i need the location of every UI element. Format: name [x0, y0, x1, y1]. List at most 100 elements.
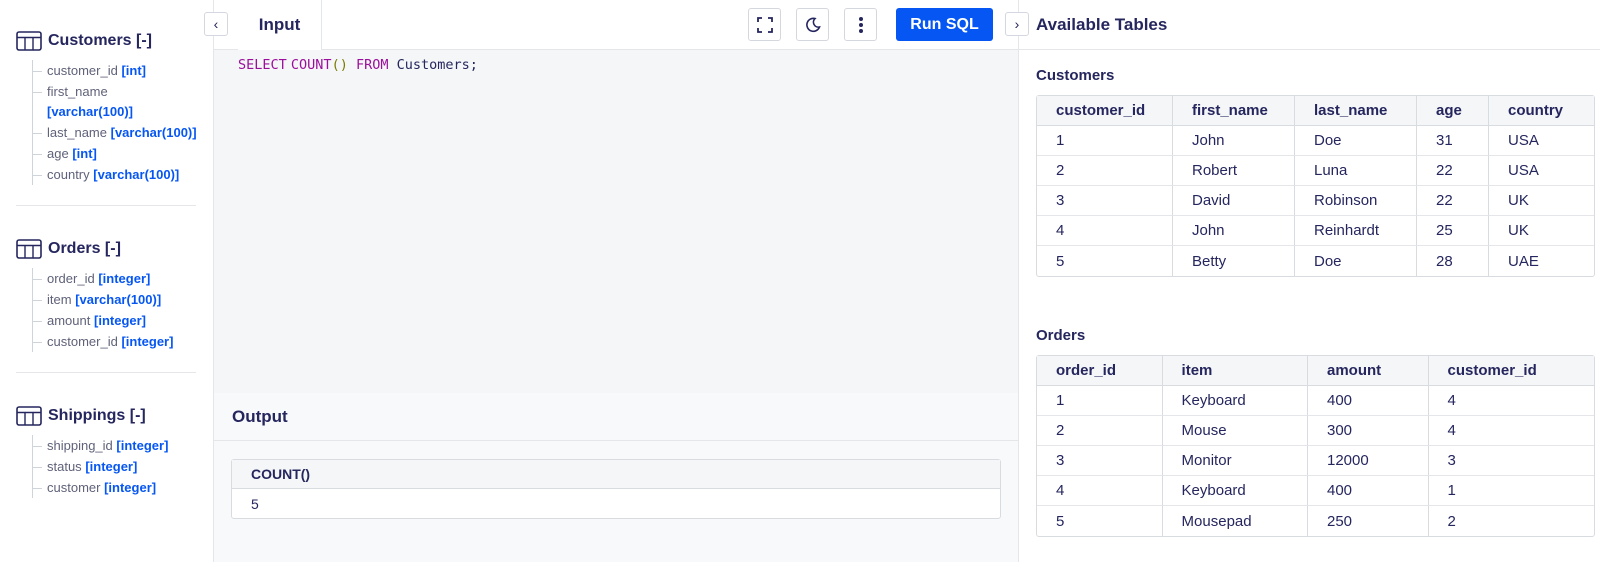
field-type: [integer]: [116, 438, 169, 453]
schema-header[interactable]: Orders [-]: [16, 236, 197, 262]
more-options-button[interactable]: [844, 8, 877, 41]
field-name: first_name: [47, 84, 108, 99]
moon-icon: [805, 17, 821, 32]
table-cell: UAE: [1508, 252, 1539, 270]
column-header: age: [1417, 96, 1489, 126]
fullscreen-button[interactable]: [748, 8, 781, 41]
schema-field: last_name [varchar(100)]: [33, 123, 197, 143]
schema-field-list: customer_id [int] first_name [varchar(100…: [32, 60, 197, 185]
field-type: [integer]: [94, 313, 146, 328]
table-cell: USA: [1489, 156, 1594, 186]
table-cell: 4: [1428, 416, 1594, 446]
field-type: [int]: [72, 146, 97, 161]
table-row: 3 David Robinson 22 UK: [1037, 186, 1594, 216]
column-header: last_name: [1295, 96, 1417, 126]
schema-section: Customers [-] customer_id [int] first_name…: [16, 28, 197, 185]
field-name: shipping_id: [47, 438, 113, 453]
table-cell: 25: [1417, 216, 1489, 246]
field-name: customer: [47, 480, 101, 495]
theme-toggle-button[interactable]: [796, 8, 829, 41]
schema-field-list: order_id [integer] item [varchar(100)] amo…: [32, 268, 197, 352]
field-name: age: [47, 146, 69, 161]
tab-input[interactable]: Input: [238, 0, 322, 50]
field-name: country: [47, 167, 90, 182]
table-cell: 1: [1428, 476, 1594, 506]
field-name: order_id: [47, 271, 95, 286]
table-cell: 400: [1308, 386, 1429, 416]
table-cell: 2: [1447, 512, 1456, 530]
table-row: 1 Keyboard 400 4: [1037, 386, 1594, 416]
table-cell: Keyboard: [1162, 476, 1308, 506]
table-cell: Reinhardt: [1295, 216, 1417, 246]
schema-field: customer_id [int]: [33, 61, 197, 81]
schema-field: status [integer]: [33, 457, 197, 477]
table-cell: Mousepad: [1163, 506, 1308, 536]
output-cell: 5: [251, 495, 259, 512]
field-name: amount: [47, 313, 91, 328]
field-type: [varchar(100)]: [110, 125, 197, 140]
table-row: 1 John Doe 31 USA: [1037, 126, 1594, 156]
table-cell: 4: [1428, 386, 1594, 416]
table-cell: 22: [1417, 186, 1489, 216]
schema-divider: [16, 372, 196, 373]
schema-field: shipping_id [integer]: [33, 436, 197, 456]
schema-field: amount [integer]: [33, 311, 197, 331]
table-cell: Doe: [1295, 126, 1417, 156]
table-cell: Betty: [1173, 246, 1295, 276]
collapse-right-button[interactable]: ›: [1005, 12, 1029, 36]
field-type: [varchar(100)]: [93, 167, 180, 182]
sql-editor-panel: ‹ Input Run SQL SELECT COUNT() FROM Cust…: [204, 0, 1018, 562]
fullscreen-icon: [756, 16, 773, 33]
customers-table-title: Customers: [1036, 67, 1115, 84]
available-tables-title: Available Tables: [1019, 0, 1600, 50]
table-cell: Luna: [1295, 156, 1417, 186]
field-type: [integer]: [104, 480, 157, 495]
table-row: 2 Mouse 300 4: [1037, 416, 1594, 446]
orders-table-title: Orders: [1036, 327, 1086, 344]
field-name: customer_id: [47, 334, 118, 349]
schema-field: customer [integer]: [33, 478, 197, 498]
code-keyword-from: FROM: [355, 57, 389, 73]
column-header: amount: [1308, 356, 1429, 386]
table-header-row: order_id item amount customer_id: [1037, 356, 1594, 386]
schema-field-list: shipping_id [integer] status [integer] cus…: [32, 435, 197, 498]
code-function-count: COUNT: [290, 57, 332, 73]
table-row: 4 Keyboard 400 1: [1037, 476, 1594, 506]
code-parens: (): [331, 57, 348, 73]
chevron-right-icon: ›: [1014, 16, 1020, 32]
orders-table: order_id item amount customer_id 1 Keyboard 40…: [1036, 355, 1595, 537]
column-header: customer_id: [1428, 356, 1594, 386]
field-type: [int]: [121, 63, 146, 78]
table-cell: Monitor: [1162, 446, 1308, 476]
table-cell: 2: [1037, 416, 1163, 446]
schema-field: customer_id [integer]: [33, 332, 197, 352]
available-tables-label: Available Tables: [1036, 14, 1168, 34]
column-header: first_name: [1173, 96, 1295, 126]
table-cell: 28: [1417, 246, 1489, 276]
table-cell: 250: [1308, 506, 1429, 536]
code-table-name: Customers;: [396, 57, 478, 73]
schema-field: country [varchar(100)]: [33, 165, 197, 185]
table-header-row: customer_id first_name last_name age country: [1037, 96, 1594, 126]
field-type: [varchar(100)]: [47, 104, 133, 119]
table-cell: 400: [1308, 476, 1429, 506]
table-row: 3 Monitor 12000 3: [1037, 446, 1594, 476]
table-row: 5 Betty Doe 28 UAE: [1037, 246, 1594, 276]
field-type: [varchar(100)]: [75, 292, 162, 307]
collapse-left-button[interactable]: ‹: [204, 12, 228, 36]
schema-header[interactable]: Shippings [-]: [16, 403, 197, 429]
table-cell: Doe: [1295, 246, 1417, 276]
field-name: item: [47, 292, 72, 307]
sql-code-input[interactable]: SELECT COUNT() FROM Customers;: [214, 50, 1018, 393]
table-cell: 5: [1037, 246, 1173, 276]
table-cell: USA: [1489, 126, 1594, 156]
table-cell: 4: [1037, 216, 1173, 246]
table-cell: 300: [1308, 416, 1429, 446]
table-cell: 4: [1037, 476, 1163, 506]
table-cell: 2: [1037, 156, 1173, 186]
column-header: order_id: [1037, 356, 1163, 386]
schema-header[interactable]: Customers [-]: [16, 28, 197, 54]
available-tables-panel: Available Tables › Customers customer_id…: [1005, 0, 1600, 562]
run-sql-button[interactable]: Run SQL: [896, 8, 993, 41]
table-cell: 5: [1037, 506, 1163, 536]
